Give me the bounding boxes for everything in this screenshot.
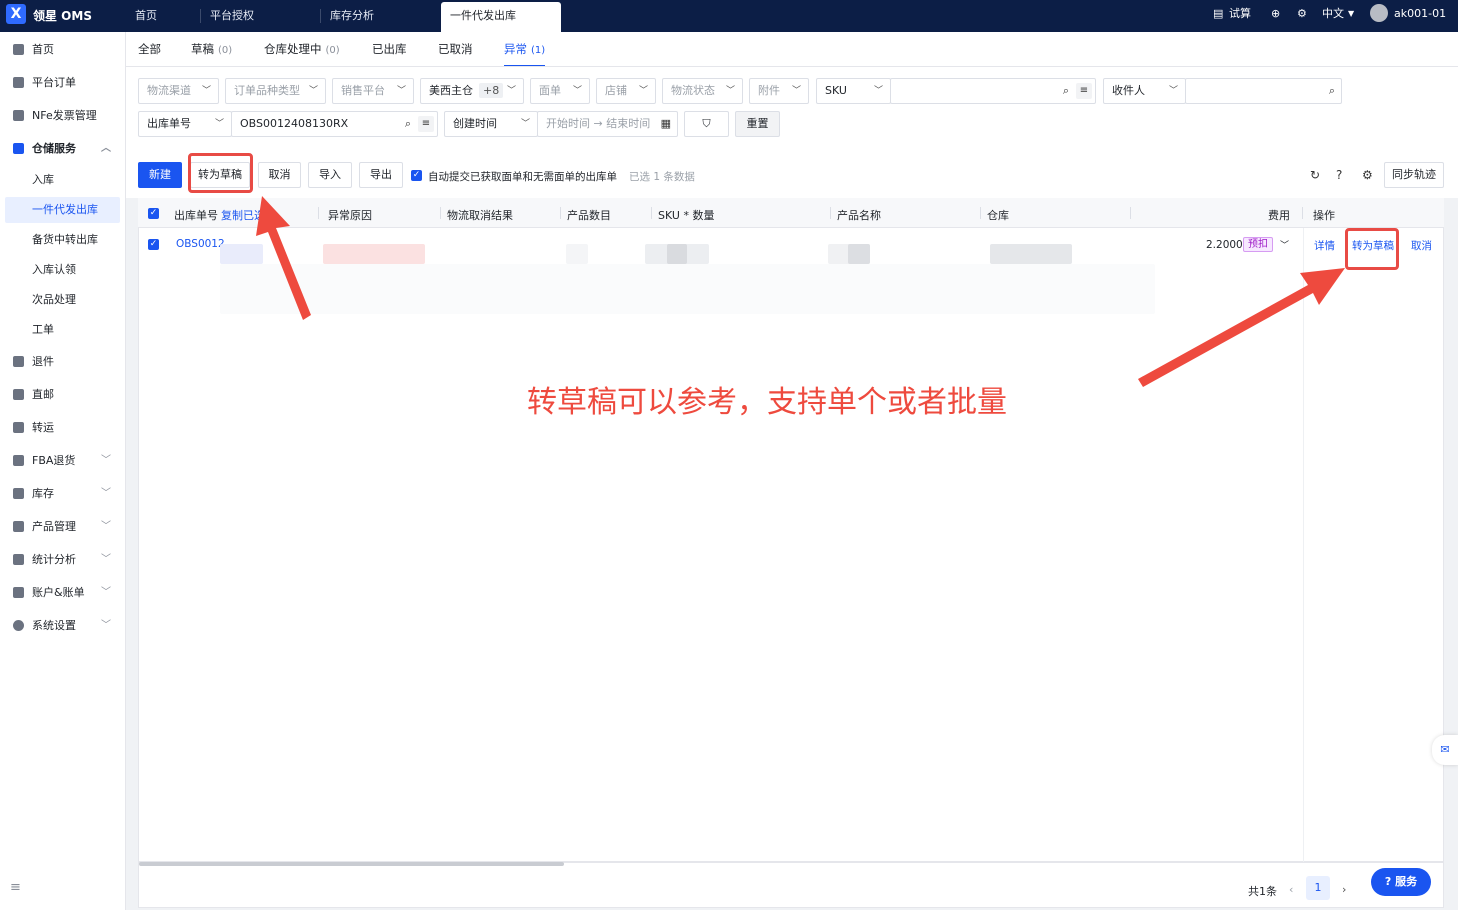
arrow-to-toolbar-button	[256, 196, 311, 320]
total-count: 共1条	[1248, 885, 1277, 898]
service-button[interactable]: ? 服务	[1371, 868, 1431, 896]
next-page-icon[interactable]: ›	[1342, 883, 1346, 896]
page-number-current[interactable]: 1	[1306, 876, 1330, 900]
horizontal-scrollbar[interactable]	[139, 862, 564, 866]
annotation-arrows	[256, 196, 1345, 387]
help-icon: ?	[1384, 875, 1392, 888]
prev-page-icon[interactable]: ‹	[1289, 883, 1293, 896]
annotation-text: 转草稿可以参考，支持单个或者批量	[527, 385, 1007, 420]
assistant-float-icon[interactable]: ✉	[1432, 735, 1458, 765]
arrow-to-row-action	[1138, 268, 1345, 387]
